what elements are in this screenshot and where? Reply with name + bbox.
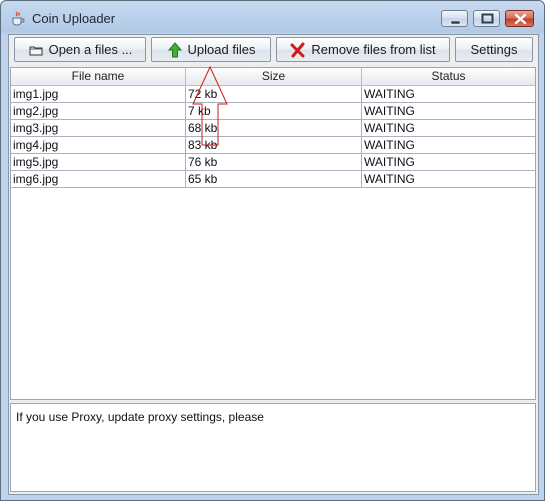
green-up-arrow-icon xyxy=(167,41,183,58)
table-row[interactable]: img2.jpg 7 kb WAITING xyxy=(11,103,535,120)
cell-file-name: img6.jpg xyxy=(11,171,186,187)
cell-file-name: img4.jpg xyxy=(11,137,186,153)
maximize-icon xyxy=(481,13,494,24)
cell-status: WAITING xyxy=(364,172,415,186)
java-cup-icon xyxy=(10,11,25,26)
title-bar[interactable]: Coin Uploader xyxy=(1,1,544,35)
cell-size: 7 kb xyxy=(186,103,362,119)
minimize-button[interactable] xyxy=(441,10,468,27)
remove-files-label: Remove files from list xyxy=(311,42,436,57)
open-files-button[interactable]: Open a files ... xyxy=(14,37,146,62)
cell-status: WAITING xyxy=(364,138,415,152)
settings-button[interactable]: Settings xyxy=(455,37,533,62)
cell-status: WAITING xyxy=(364,87,415,101)
files-table[interactable]: File name Size Status img1.jpg 72 kb WAI… xyxy=(10,67,536,400)
settings-label: Settings xyxy=(470,42,518,57)
upload-files-button[interactable]: Upload files xyxy=(151,37,271,62)
window-title: Coin Uploader xyxy=(32,11,116,26)
cell-file-name: img2.jpg xyxy=(11,103,186,119)
maximize-button[interactable] xyxy=(473,10,500,27)
column-header-file-name[interactable]: File name xyxy=(11,68,186,85)
table-row[interactable]: img4.jpg 83 kb WAITING xyxy=(11,137,535,154)
app-window: Coin Uploader Open a files ... Upload fi… xyxy=(0,0,545,501)
cell-size: 72 kb xyxy=(186,86,362,102)
column-header-status[interactable]: Status xyxy=(362,68,535,85)
cell-status: WAITING xyxy=(364,121,415,135)
close-icon xyxy=(514,13,527,25)
table-row[interactable]: img1.jpg 72 kb WAITING xyxy=(11,86,535,103)
cell-size: 68 kb xyxy=(186,120,362,136)
table-row[interactable]: img5.jpg 76 kb WAITING xyxy=(11,154,535,171)
table-body: img1.jpg 72 kb WAITING img2.jpg 7 kb WAI… xyxy=(11,86,535,188)
cell-file-name: img3.jpg xyxy=(11,120,186,136)
upload-files-label: Upload files xyxy=(187,42,256,57)
cell-size: 76 kb xyxy=(186,154,362,170)
proxy-message: If you use Proxy, update proxy settings,… xyxy=(16,410,264,424)
cell-file-name: img5.jpg xyxy=(11,154,186,170)
column-header-size[interactable]: Size xyxy=(186,68,362,85)
table-row[interactable]: img6.jpg 65 kb WAITING xyxy=(11,171,535,188)
remove-files-button[interactable]: Remove files from list xyxy=(276,37,450,62)
cell-status: WAITING xyxy=(364,104,415,118)
message-area[interactable]: If you use Proxy, update proxy settings,… xyxy=(10,403,536,492)
folder-icon xyxy=(28,42,44,58)
close-button[interactable] xyxy=(505,10,534,27)
table-row[interactable]: img3.jpg 68 kb WAITING xyxy=(11,120,535,137)
cell-size: 65 kb xyxy=(186,171,362,187)
minimize-icon xyxy=(450,20,461,25)
table-header: File name Size Status xyxy=(11,68,535,86)
cell-size: 83 kb xyxy=(186,137,362,153)
cell-file-name: img1.jpg xyxy=(11,86,186,102)
main-panel: Open a files ... Upload files Remove fil… xyxy=(8,34,539,495)
red-x-icon xyxy=(290,42,306,58)
cell-status: WAITING xyxy=(364,155,415,169)
open-files-label: Open a files ... xyxy=(48,42,133,57)
